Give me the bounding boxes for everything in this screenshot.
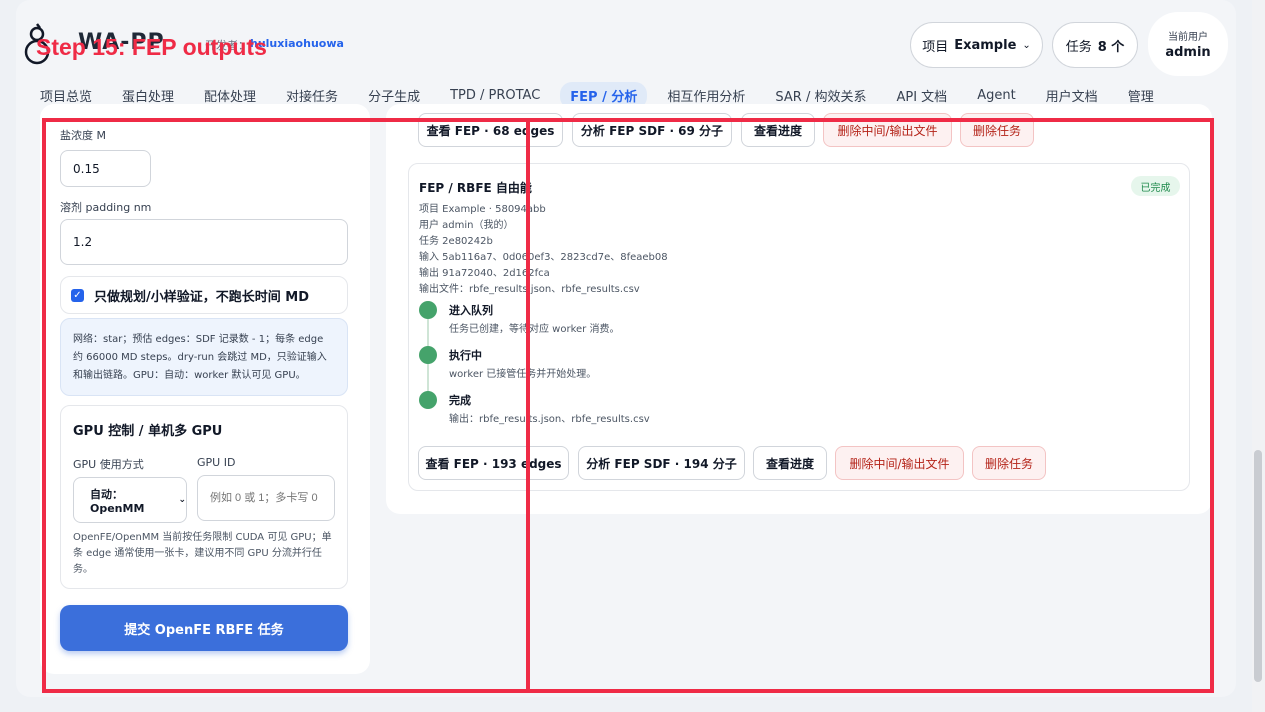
- padding-input[interactable]: 1.2: [60, 219, 348, 265]
- task-counter[interactable]: 任务 8 个: [1052, 22, 1138, 68]
- dryrun-label: 只做规划/小样验证，不跑长时间 MD: [94, 289, 310, 305]
- project-selector[interactable]: 项目 Example ⌄: [910, 22, 1043, 68]
- timeline-desc-done: 输出：rbfe_results.json、rbfe_results.csv: [449, 414, 650, 425]
- job-project: 项目 Example · 58094abb: [419, 204, 546, 215]
- submit-rbfe-button[interactable]: 提交 OpenFE RBFE 任务: [60, 605, 348, 651]
- chevron-down-icon: ⌄: [1022, 39, 1031, 51]
- gpu-id-label: GPU ID: [197, 456, 236, 469]
- dryrun-checkbox[interactable]: ✓: [71, 288, 84, 302]
- padding-label: 溶剂 padding nm: [60, 201, 152, 214]
- gpu-id-input[interactable]: [197, 475, 335, 521]
- salt-input[interactable]: 0.15: [60, 150, 151, 187]
- prev-delete-task-button[interactable]: 删除任务: [960, 113, 1034, 147]
- gpu-title: GPU 控制 / 单机多 GPU: [73, 424, 223, 439]
- top-header: WA-PP 开发者： huluxiaohuowa Step 15: FEP ou…: [0, 0, 1265, 118]
- status-badge: 已完成: [1131, 176, 1180, 196]
- timeline-title-queued: 进入队列: [449, 304, 493, 317]
- job-title: FEP / RBFE 自由能: [419, 181, 532, 195]
- gpu-mode-select[interactable]: 自动：OpenMM ⌄: [73, 477, 187, 523]
- delete-task-button[interactable]: 删除任务: [972, 446, 1046, 480]
- delete-files-button[interactable]: 删除中间/输出文件: [835, 446, 964, 480]
- dryrun-toggle[interactable]: ✓ 只做规划/小样验证，不跑长时间 MD: [60, 276, 348, 314]
- user-label: 当前用户: [1168, 32, 1208, 43]
- view-progress-button[interactable]: 查看进度: [753, 446, 827, 480]
- job-output-files: 输出文件：rbfe_results.json、rbfe_results.csv: [419, 284, 640, 295]
- step-caption: Step 15: FEP outputs: [36, 34, 267, 60]
- job-inputs: 输入 5ab116a7、0d060ef3、2823cd7e、8feaeb08: [419, 252, 668, 263]
- timeline-dot-queued: [419, 301, 437, 319]
- prev-delete-files-button[interactable]: 删除中间/输出文件: [823, 113, 952, 147]
- gpu-note: OpenFE/OpenMM 当前按任务限制 CUDA 可见 GPU；单条 edg…: [73, 532, 332, 575]
- project-value: Example: [954, 37, 1017, 53]
- job-user: 用户 admin（我的）: [419, 220, 514, 231]
- project-label: 项目: [922, 39, 949, 55]
- network-note: 网络：star；预估 edges：SDF 记录数 - 1；每条 edge 约 6…: [60, 318, 348, 396]
- salt-label: 盐浓度 M: [60, 129, 106, 142]
- timeline-title-done: 完成: [449, 394, 471, 407]
- tasks-count: 8 个: [1097, 39, 1125, 55]
- timeline-title-running: 执行中: [449, 349, 482, 362]
- timeline-desc-running: worker 已接管任务并开始处理。: [449, 369, 597, 380]
- job-outputs: 输出 91a72040、2d162fca: [419, 268, 550, 279]
- gpu-control-panel: GPU 控制 / 单机多 GPU GPU 使用方式 自动：OpenMM ⌄ GP…: [60, 405, 348, 589]
- prev-view-progress-button[interactable]: 查看进度: [741, 113, 815, 147]
- prev-view-fep-button[interactable]: 查看 FEP · 68 edges: [418, 113, 563, 147]
- view-fep-button[interactable]: 查看 FEP · 193 edges: [418, 446, 569, 480]
- gpu-mode-value: 自动：OpenMM: [90, 487, 145, 515]
- chevron-down-icon: ⌄: [178, 495, 186, 505]
- job-card: FEP / RBFE 自由能 已完成 项目 Example · 58094abb…: [408, 163, 1190, 491]
- gpu-mode-label: GPU 使用方式: [73, 458, 144, 471]
- scrollbar-thumb[interactable]: [1254, 450, 1262, 682]
- timeline-desc-queued: 任务已创建，等待对应 worker 消费。: [449, 324, 620, 335]
- user-name: admin: [1165, 45, 1211, 60]
- analyze-sdf-button[interactable]: 分析 FEP SDF · 194 分子: [578, 446, 745, 480]
- timeline-dot-running: [419, 346, 437, 364]
- current-user[interactable]: 当前用户 admin: [1148, 12, 1228, 76]
- prev-analyze-sdf-button[interactable]: 分析 FEP SDF · 69 分子: [572, 113, 732, 147]
- timeline-dot-done: [419, 391, 437, 409]
- tasks-label: 任务: [1065, 39, 1092, 55]
- job-task-id: 任务 2e80242b: [419, 236, 493, 247]
